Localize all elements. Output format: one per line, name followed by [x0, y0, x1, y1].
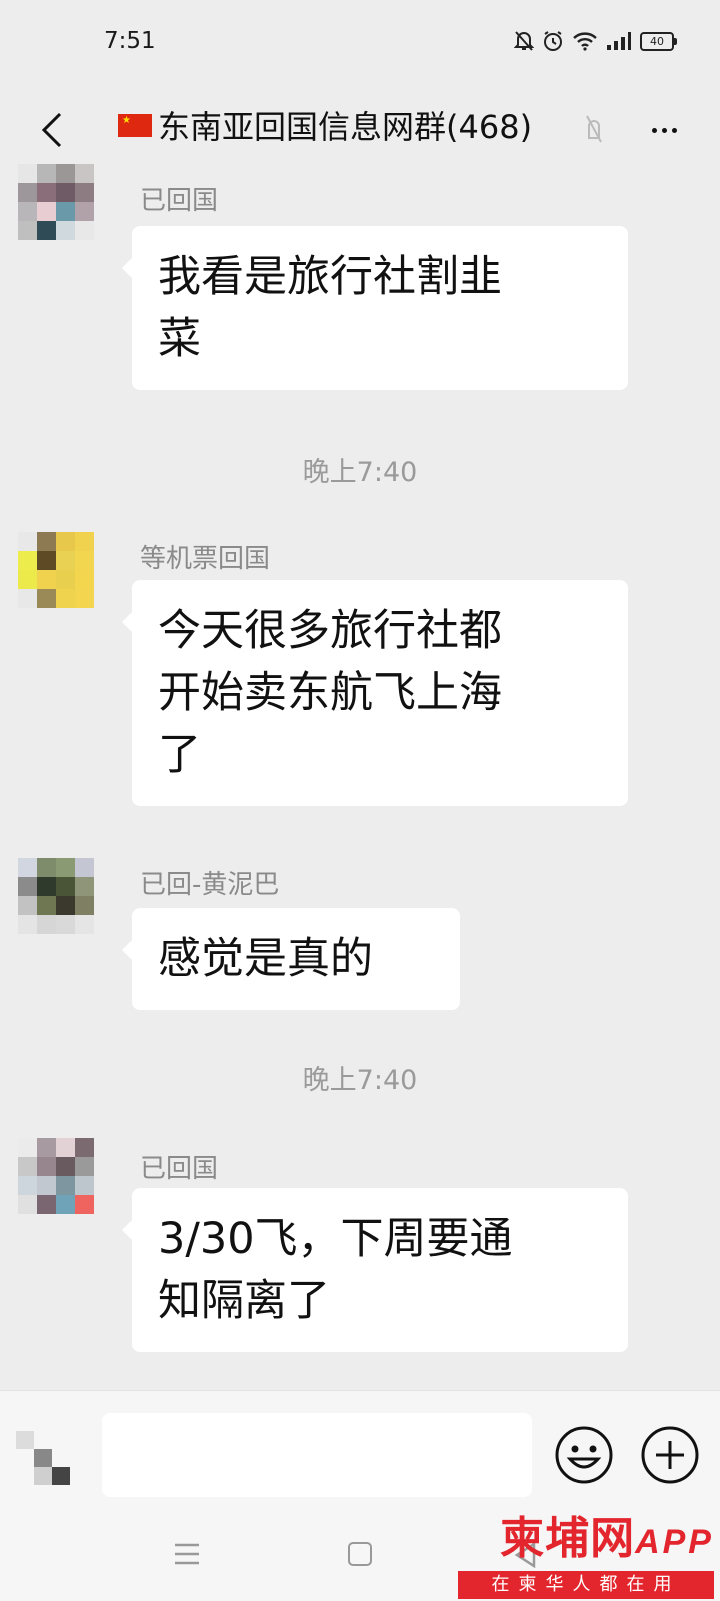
sender-name: 等机票回国: [140, 544, 271, 574]
plus-button[interactable]: [638, 1423, 702, 1487]
message-line: 今天很多旅行社都: [158, 606, 502, 656]
sender-name: 已回国: [140, 1154, 219, 1184]
watermark-logo: 柬埔网APP: [458, 1514, 714, 1567]
voice-icon: [16, 1431, 70, 1485]
home-icon[interactable]: [348, 1542, 372, 1566]
time-divider: 晚上7:40: [302, 1065, 418, 1096]
chat-title-text: 东南亚回国信息网群(468): [158, 108, 533, 146]
message-line: 菜: [158, 314, 201, 364]
more-dot: [671, 127, 677, 133]
message-line: 了: [158, 730, 201, 780]
back-arrow-icon: [41, 112, 62, 148]
more-button[interactable]: [634, 100, 694, 160]
alarm-icon: [544, 31, 562, 51]
avatar[interactable]: [18, 164, 94, 240]
message-bubble[interactable]: 感觉是真的: [122, 908, 460, 1010]
bell-off-icon: [514, 31, 534, 51]
message-line: 感觉是真的: [158, 934, 373, 984]
chat-header: ★ 东南亚回国信息网群(468): [0, 88, 720, 174]
emoji-icon: [555, 1426, 613, 1484]
plus-icon: [641, 1426, 699, 1484]
message-input[interactable]: [102, 1413, 532, 1497]
message-line: 开始卖东航飞上海: [158, 668, 502, 718]
signal-icon: [607, 32, 631, 50]
battery-icon: 40: [640, 31, 677, 51]
chat-title: ★ 东南亚回国信息网群(468): [118, 102, 532, 148]
watermark-slogan: 在柬华人都在用: [458, 1571, 714, 1599]
back-button[interactable]: [22, 100, 82, 160]
message-line: 我看是旅行社割韭: [158, 252, 502, 302]
status-bar: 7:51 40: [0, 0, 720, 88]
message-line: 知隔离了: [158, 1276, 330, 1326]
more-dot: [661, 127, 667, 133]
menu-icon[interactable]: [174, 1542, 200, 1566]
emoji-button[interactable]: [552, 1423, 616, 1487]
status-time: 7:51: [104, 28, 156, 54]
message-line: 3/30飞，下周要通: [158, 1214, 513, 1264]
mute-icon: [586, 115, 602, 143]
watermark-app: APP: [635, 1523, 714, 1561]
time-divider: 晚上7:40: [302, 457, 418, 488]
sender-name: 已回国: [140, 186, 219, 216]
message-bubble[interactable]: 3/30飞，下周要通 知隔离了: [122, 1188, 628, 1352]
message-bubble[interactable]: 我看是旅行社割韭 菜: [122, 226, 628, 390]
avatar[interactable]: [18, 858, 94, 934]
avatar[interactable]: [18, 532, 94, 608]
china-flag-icon: ★: [118, 113, 152, 137]
message-bubble[interactable]: 今天很多旅行社都 开始卖东航飞上海 了: [122, 580, 628, 806]
watermark: 柬埔网APP 在柬华人都在用: [458, 1514, 714, 1599]
watermark-logo-text: 柬埔网: [500, 1513, 636, 1564]
more-dot: [651, 127, 657, 133]
voice-toggle-button[interactable]: [16, 1431, 76, 1491]
status-icons: 40: [514, 30, 677, 52]
avatar[interactable]: [18, 1138, 94, 1214]
sender-name: 已回-黄泥巴: [140, 870, 280, 900]
wifi-icon: [573, 32, 597, 51]
